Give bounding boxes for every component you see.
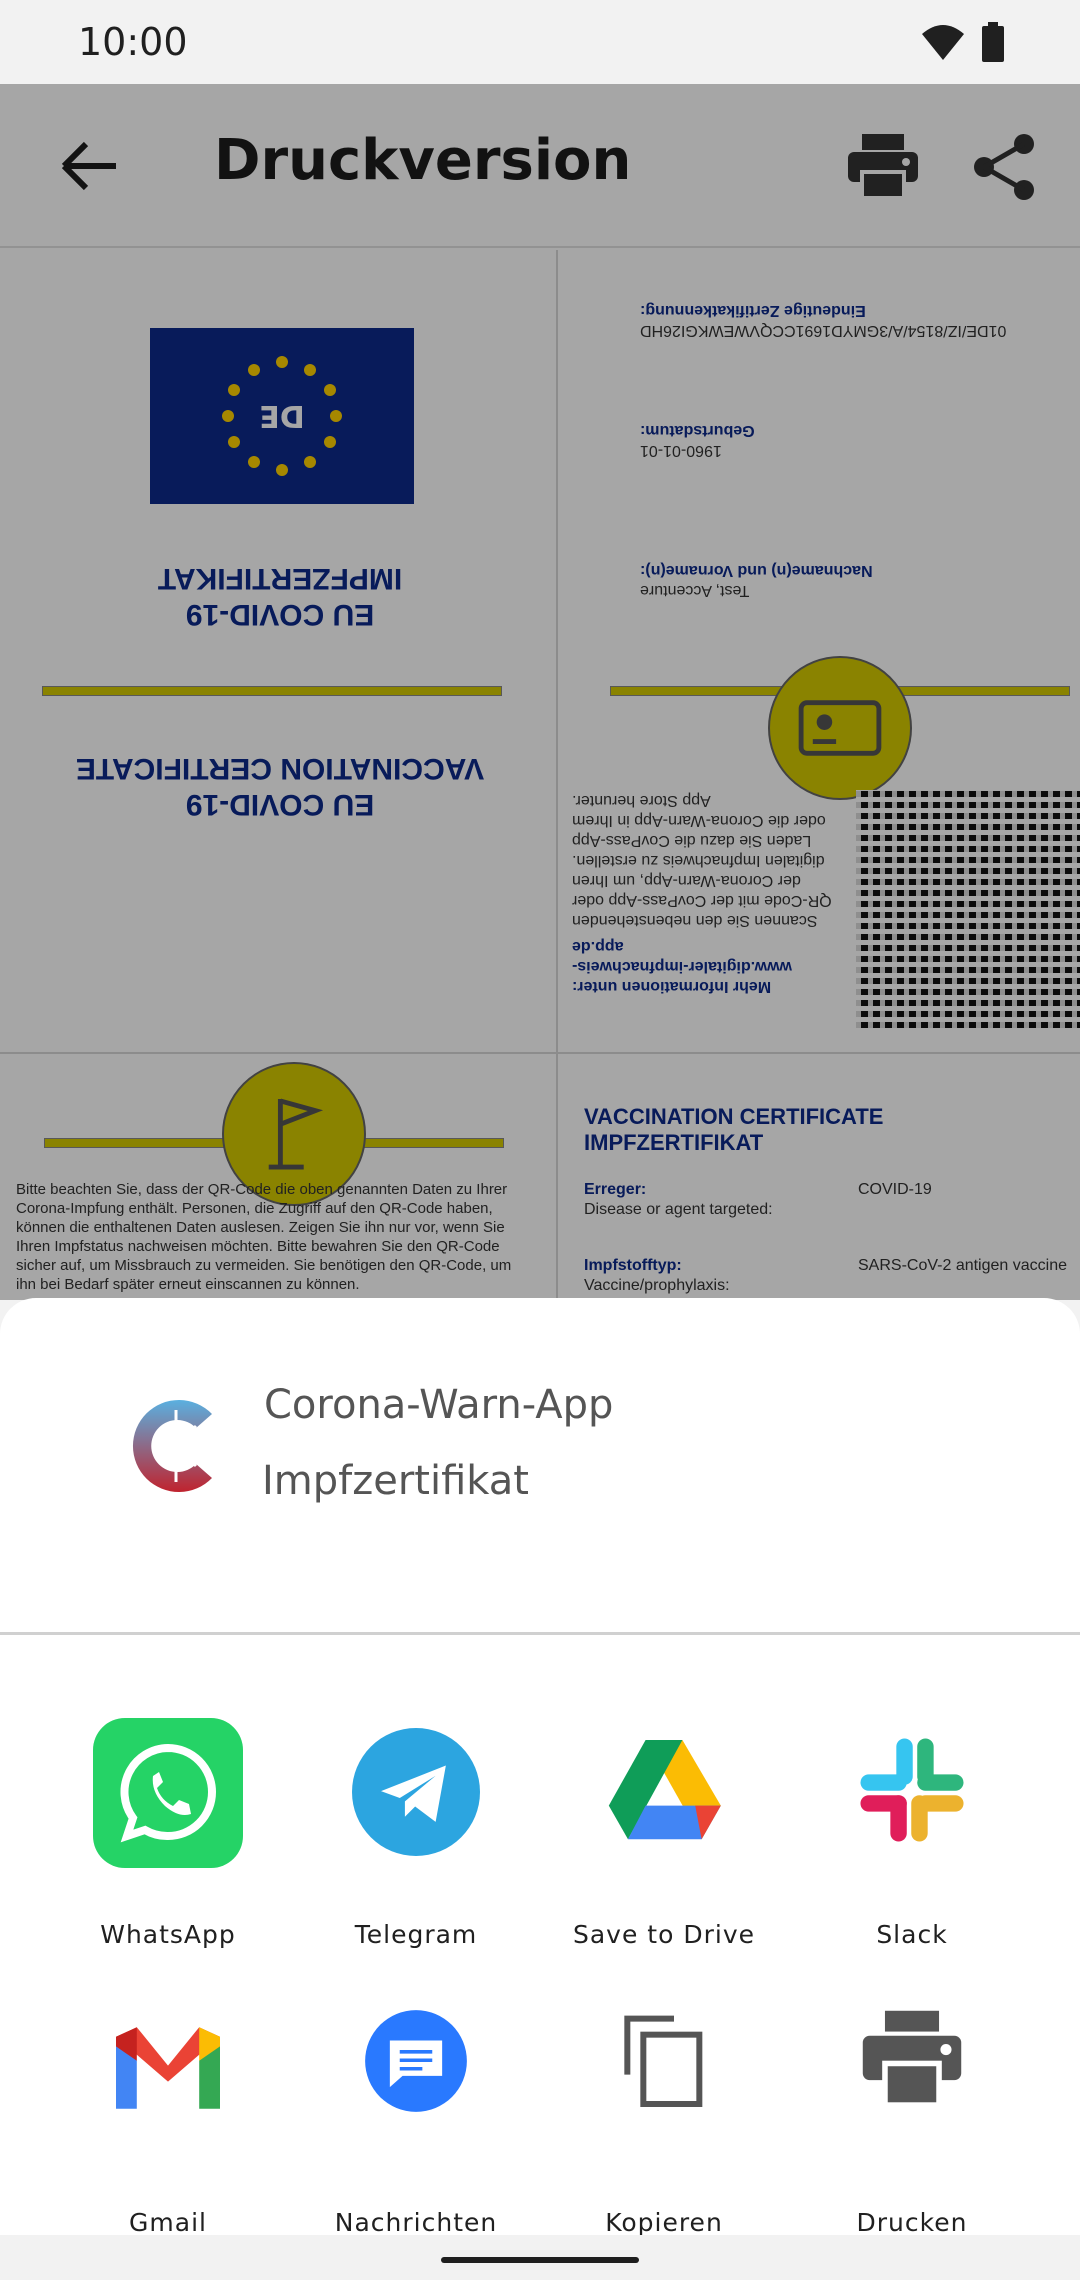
share-sheet-divider <box>0 1632 1080 1635</box>
share-target-label: Drucken <box>856 2208 968 2237</box>
gmail-icon <box>116 2027 220 2109</box>
share-target-kopieren[interactable]: Kopieren <box>564 2008 764 2248</box>
share-target-save-to-drive[interactable]: Save to Drive <box>564 1718 764 1958</box>
copy-icon <box>624 2015 703 2107</box>
share-target-whatsapp[interactable]: WhatsApp <box>68 1718 268 1958</box>
home-gesture-handle[interactable] <box>441 2257 639 2263</box>
share-sheet: Corona-Warn-App Impfzertifikat WhatsApp … <box>0 1298 1080 2237</box>
share-target-gmail[interactable]: Gmail <box>68 2008 268 2248</box>
share-target-label: Gmail <box>129 2208 207 2237</box>
telegram-icon <box>352 1728 480 1856</box>
print-icon <box>862 2010 962 2108</box>
status-bar: 10:00 <box>0 0 1080 84</box>
share-target-nachrichten[interactable]: Nachrichten <box>316 2008 516 2248</box>
battery-icon <box>982 22 1004 62</box>
slack-icon <box>860 1738 964 1842</box>
share-target-label: Telegram <box>354 1920 478 1949</box>
share-target-label: Save to Drive <box>572 1920 755 1949</box>
wifi-icon <box>922 25 964 60</box>
share-target-telegram[interactable]: Telegram <box>316 1718 516 1958</box>
share-target-label: Slack <box>876 1920 948 1949</box>
navigation-bar <box>0 2235 1080 2280</box>
scrim-overlay[interactable] <box>0 84 1080 1300</box>
share-subtitle: Impfzertifikat <box>262 1458 529 1504</box>
messages-icon <box>365 2010 467 2112</box>
whatsapp-icon <box>93 1718 243 1868</box>
corona-warn-app-icon <box>132 1400 212 1492</box>
share-app-name: Corona-Warn-App <box>264 1382 614 1428</box>
share-target-label: WhatsApp <box>100 1920 236 1949</box>
share-target-slack[interactable]: Slack <box>812 1718 1012 1958</box>
share-target-label: Nachrichten <box>334 2208 498 2237</box>
status-time: 10:00 <box>78 20 188 64</box>
share-target-label: Kopieren <box>605 2208 723 2237</box>
share-target-drucken[interactable]: Drucken <box>812 2008 1012 2248</box>
google-drive-icon <box>608 1740 721 1840</box>
